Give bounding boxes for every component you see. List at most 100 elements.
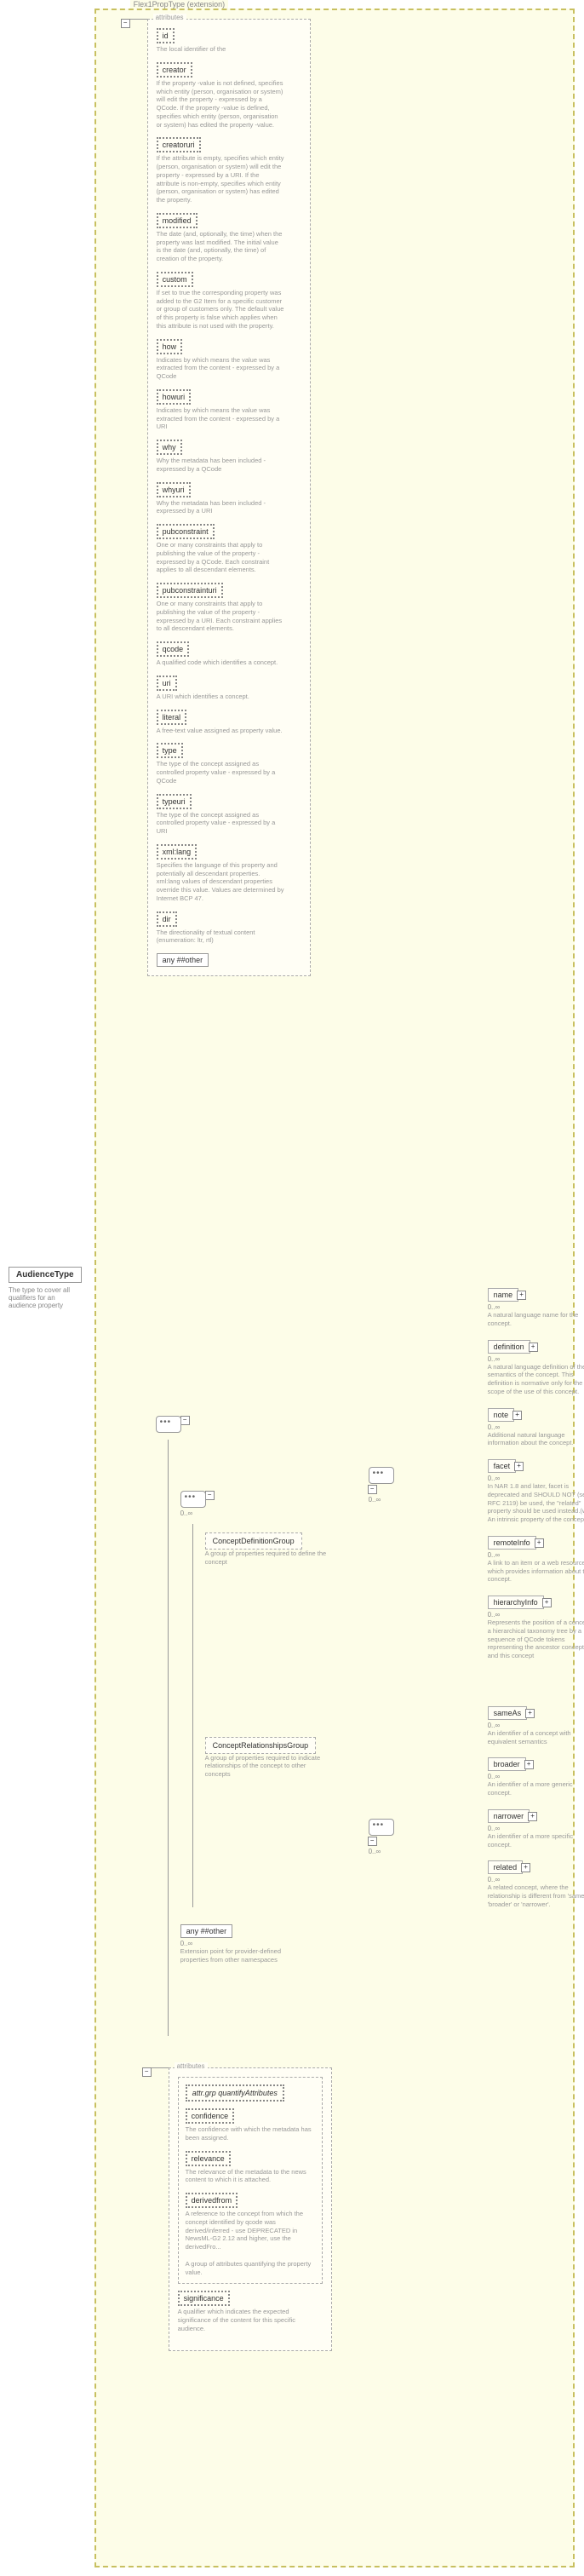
attr-pubconstraint: pubconstraint xyxy=(157,524,215,539)
plus-icon[interactable]: + xyxy=(514,1462,524,1471)
plus-icon[interactable]: + xyxy=(525,1709,535,1718)
cardinality: 0..∞ xyxy=(488,1876,584,1883)
attr-literal: literal xyxy=(157,710,187,725)
sequence-icon xyxy=(156,1416,181,1433)
attr-desc: One or many constraints that apply to pu… xyxy=(157,541,284,574)
cardinality: 0..∞ xyxy=(369,1848,394,1855)
attr-desc: If the property -value is not defined, s… xyxy=(157,79,284,129)
attr-relevance: relevance xyxy=(186,2151,231,2166)
root-type: AudienceType xyxy=(9,1267,82,1283)
cardinality: 0..∞ xyxy=(488,1722,584,1729)
attr-type: type xyxy=(157,743,183,758)
quantify-attributes-group: attr.grp quantifyAttributes xyxy=(186,2084,284,2102)
el-desc: A link to an item or a web resource whic… xyxy=(488,1559,584,1584)
expand-icon[interactable]: − xyxy=(205,1491,215,1500)
plus-icon[interactable]: + xyxy=(535,1538,544,1548)
attributes-label: attributes xyxy=(175,2062,208,2070)
element-hierarchyInfo: hierarchyInfo+ xyxy=(488,1596,544,1609)
element-note: note+ xyxy=(488,1408,515,1422)
attr-desc: If the attribute is empty, specifies whi… xyxy=(157,154,284,204)
concept-definition-group: ConceptDefinitionGroup xyxy=(205,1532,302,1550)
element-broader: broader+ xyxy=(488,1757,526,1771)
el-desc: In NAR 1.8 and later, facet is deprecate… xyxy=(488,1482,584,1524)
el-desc: An identifier of a concept with equivale… xyxy=(488,1729,584,1746)
attr-desc: A URI which identifies a concept. xyxy=(157,693,284,701)
element-facet: facet+ xyxy=(488,1459,517,1473)
root-desc: The type to cover all qualifiers for an … xyxy=(9,1286,81,1309)
attr-desc: A qualifier which indicates the expected… xyxy=(178,2308,306,2332)
attr-desc: A reference to the concept from which th… xyxy=(186,2210,313,2251)
plus-icon[interactable]: + xyxy=(529,1343,538,1352)
ext-desc: Extension point for provider-defined pro… xyxy=(180,1947,308,1964)
attr-uri: uri xyxy=(157,676,177,691)
attr-desc: The type of the concept assigned as cont… xyxy=(157,811,284,836)
plus-icon[interactable]: + xyxy=(528,1812,537,1821)
attr-desc: Indicates by which means the value was e… xyxy=(157,356,284,381)
attr-modified: modified xyxy=(157,213,198,228)
plus-icon[interactable]: + xyxy=(521,1863,530,1872)
collapse-icon[interactable]: − xyxy=(142,2067,152,2077)
attributes-box-bottom: attributes attr.grp quantifyAttributes c… xyxy=(169,2067,332,2351)
attr-desc: The relevance of the metadata to the new… xyxy=(186,2168,313,2185)
attr-confidence: confidence xyxy=(186,2108,235,2124)
attr-whyuri: whyuri xyxy=(157,482,191,497)
any-other-top: any ##other xyxy=(157,953,209,967)
el-desc: Represents the position of a concept in … xyxy=(488,1619,584,1660)
attr-desc: The date (and, optionally, the time) whe… xyxy=(157,230,284,263)
quant-desc: A group of attributes quantifying the pr… xyxy=(186,2260,313,2277)
expand-icon[interactable]: − xyxy=(180,1416,190,1425)
cardinality: 0..∞ xyxy=(488,1551,584,1559)
attributes-box: attributes idThe local identifier of the… xyxy=(147,19,311,976)
attr-qcode: qcode xyxy=(157,641,190,657)
attr-desc: A qualified code which identifies a conc… xyxy=(157,658,284,667)
plus-icon[interactable]: + xyxy=(524,1760,534,1769)
element-definition: definition+ xyxy=(488,1340,530,1354)
group-desc: A group of properties required to indica… xyxy=(205,1754,333,1779)
attr-desc: If set to true the corresponding propert… xyxy=(157,289,284,331)
attr-creatoruri: creatoruri xyxy=(157,137,201,152)
attr-significance: significance xyxy=(178,2291,230,2306)
cardinality: 0..∞ xyxy=(488,1355,584,1363)
attr-howuri: howuri xyxy=(157,389,192,405)
cardinality: 0..∞ xyxy=(180,1940,333,1947)
plus-icon[interactable]: + xyxy=(512,1411,522,1420)
attr-desc: The directionality of textual content (e… xyxy=(157,929,284,946)
attr-typeuri: typeuri xyxy=(157,794,192,809)
expand-icon[interactable]: − xyxy=(368,1485,377,1494)
attr-pubconstrainturi: pubconstrainturi xyxy=(157,583,223,598)
cardinality: 0..∞ xyxy=(180,1509,193,1517)
sequence-icon xyxy=(180,1491,206,1508)
concept-relationships-group: ConceptRelationshipsGroup xyxy=(205,1737,317,1754)
attr-derivedfrom: derivedfrom xyxy=(186,2193,238,2208)
el-desc: A related concept, where the relationshi… xyxy=(488,1883,584,1908)
element-sameAs: sameAs+ xyxy=(488,1706,528,1720)
element-remoteInfo: remoteInfo+ xyxy=(488,1536,536,1550)
attr-desc: Indicates by which means the value was e… xyxy=(157,406,284,431)
any-other-ext: any ##other xyxy=(180,1924,233,1938)
cardinality: 0..∞ xyxy=(488,1475,584,1482)
plus-icon[interactable]: + xyxy=(542,1598,552,1607)
element-related: related+ xyxy=(488,1860,524,1874)
attr-id: id xyxy=(157,28,175,43)
extension-label: Flex1PropType (extension) xyxy=(130,0,229,9)
attr-dir: dir xyxy=(157,911,177,927)
attr-custom: custom xyxy=(157,272,193,287)
plus-icon[interactable]: + xyxy=(517,1291,526,1300)
attributes-label: attributes xyxy=(153,14,186,21)
expand-icon[interactable]: − xyxy=(368,1837,377,1846)
attr-desc: The type of the concept assigned as cont… xyxy=(157,760,284,785)
cardinality: 0..∞ xyxy=(488,1303,584,1311)
attr-desc: The confidence with which the metadata h… xyxy=(186,2125,313,2142)
attr-xml:lang: xml:lang xyxy=(157,844,198,860)
collapse-icon[interactable]: − xyxy=(121,19,130,28)
el-desc: A natural language definition of the sem… xyxy=(488,1363,584,1396)
group-desc: A group of properties required to define… xyxy=(205,1550,333,1567)
el-desc: An identifier of a more generic concept. xyxy=(488,1780,584,1797)
cardinality: 0..∞ xyxy=(488,1773,584,1780)
sequence-icon xyxy=(369,1819,394,1836)
attr-desc: The local identifier of the xyxy=(157,45,284,54)
element-narrower: narrower+ xyxy=(488,1809,530,1823)
attr-how: how xyxy=(157,339,183,354)
attr-desc: Specifies the language of this property … xyxy=(157,861,284,903)
attr-why: why xyxy=(157,440,182,455)
